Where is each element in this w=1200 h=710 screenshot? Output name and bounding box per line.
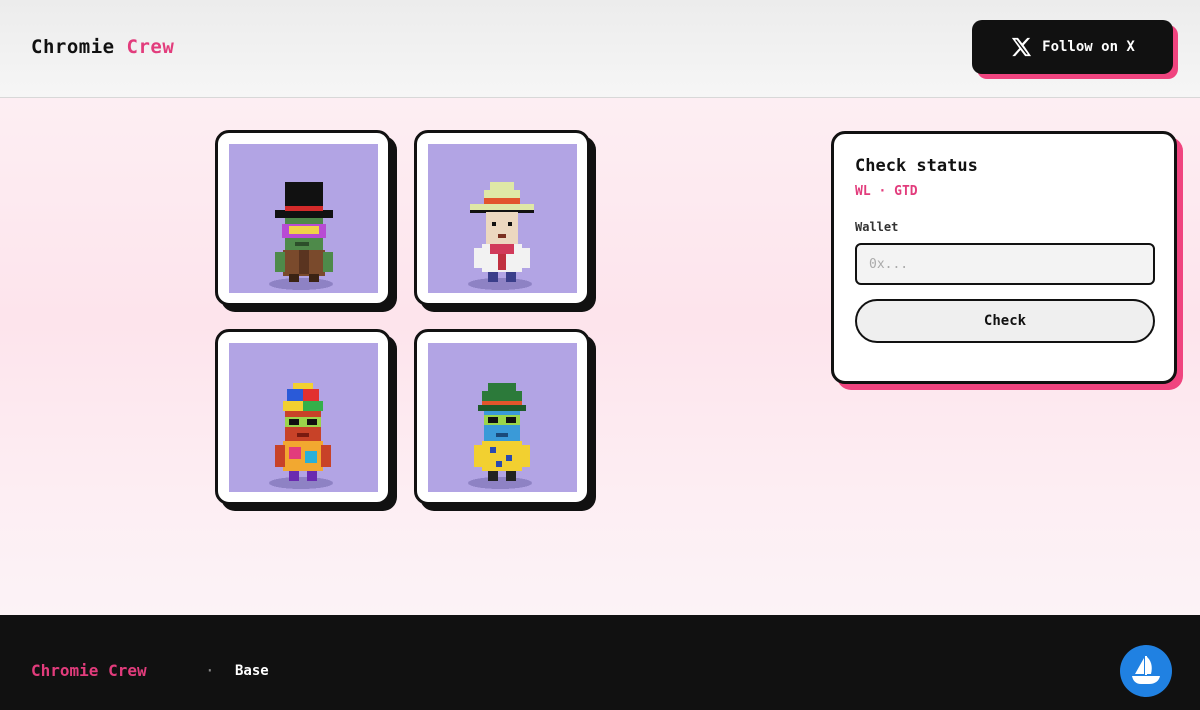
footer-chain-label: Base <box>235 663 269 679</box>
check-status-panel: Check status WL · GTD Wallet Check <box>831 131 1177 384</box>
follow-button-label: Follow on X <box>1042 39 1135 55</box>
wallet-label: Wallet <box>855 220 899 234</box>
x-logo-icon <box>1011 37 1032 57</box>
character-card-1[interactable] <box>215 130 391 306</box>
brand-logo[interactable]: Chromie Crew <box>31 36 174 58</box>
opensea-link[interactable] <box>1120 645 1172 697</box>
character-propeller-cap-image <box>229 343 378 492</box>
panel-title: Check status <box>855 156 978 176</box>
character-card-3[interactable] <box>215 329 391 505</box>
check-button[interactable]: Check <box>855 299 1155 343</box>
opensea-icon <box>1132 656 1160 684</box>
character-card-2[interactable] <box>414 130 590 306</box>
follow-on-x-button[interactable]: Follow on X <box>972 20 1173 74</box>
brand-name-primary: Chromie <box>31 36 115 58</box>
wallet-input[interactable] <box>855 243 1155 285</box>
character-sombrero-image <box>428 144 577 293</box>
brand-name-accent: Crew <box>126 36 175 58</box>
site-header: Chromie Crew Follow on X <box>0 0 1200 98</box>
status-tags: WL · GTD <box>855 184 918 199</box>
character-bowler-hat-image <box>428 343 577 492</box>
character-top-hat-image <box>229 144 378 293</box>
character-card-4[interactable] <box>414 329 590 505</box>
site-footer: Chromie Crew · Base <box>0 615 1200 710</box>
footer-brand: Chromie Crew <box>31 661 147 680</box>
footer-separator: · <box>205 661 215 680</box>
